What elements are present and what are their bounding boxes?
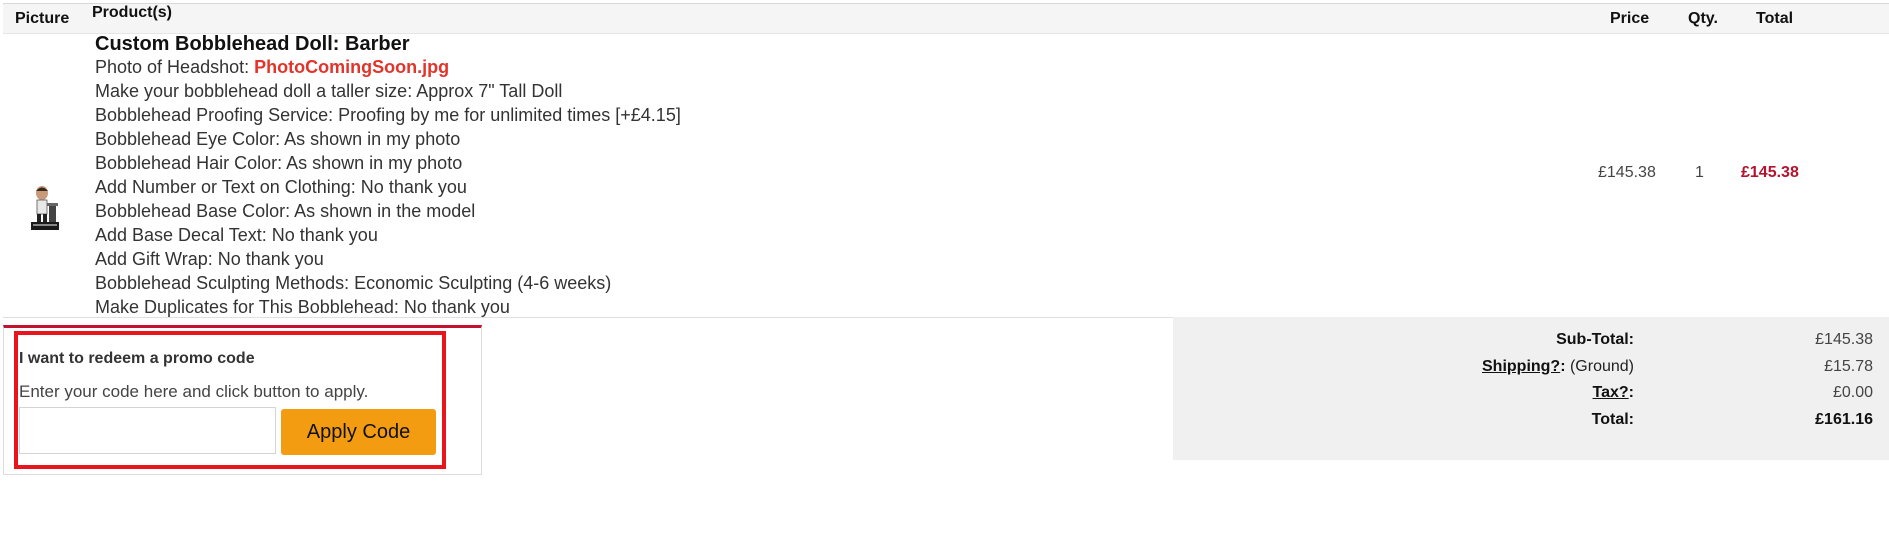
header-products: Product(s)	[92, 4, 172, 21]
option-line: Add Gift Wrap: No thank you	[95, 249, 324, 269]
header-picture: Picture	[15, 10, 70, 27]
item-total: £145.38	[1741, 164, 1799, 181]
subtotal-value: £145.38	[1815, 331, 1873, 348]
option-line: Bobblehead Proofing Service: Proofing by…	[95, 105, 681, 125]
option-line: Bobblehead Hair Color: As shown in my ph…	[95, 153, 463, 173]
headshot-label: Photo of Headshot:	[95, 57, 255, 77]
total-value: £161.16	[1815, 411, 1873, 428]
shipping-help-link[interactable]: Shipping?	[1482, 358, 1560, 375]
option-line: Make Duplicates for This Bobblehead: No …	[95, 297, 510, 317]
headshot-file-link[interactable]: PhotoComingSoon.jpg	[254, 57, 449, 77]
option-line: Bobblehead Base Color: As shown in the m…	[95, 201, 476, 221]
option-line: Bobblehead Eye Color: As shown in my pho…	[95, 129, 461, 149]
subtotal-label: Sub-Total:	[1556, 331, 1634, 348]
header-total: Total	[1756, 10, 1794, 27]
tax-help-link[interactable]: Tax?	[1593, 384, 1629, 401]
total-label: Total:	[1591, 411, 1634, 428]
shipping-method: (Ground)	[1565, 358, 1634, 375]
header-price: Price	[1610, 10, 1650, 27]
apply-code-button[interactable]: Apply Code	[281, 409, 436, 455]
option-line: Bobblehead Sculpting Methods: Economic S…	[95, 273, 612, 293]
promo-code-input[interactable]	[19, 407, 276, 454]
promo-help-text: Enter your code here and click button to…	[19, 382, 369, 401]
item-price: £145.38	[1598, 164, 1656, 181]
shipping-value: £15.78	[1824, 358, 1873, 375]
cart-table-header: Picture Product(s) Price Qty. Total	[3, 3, 1889, 34]
option-line: Add Base Decal Text: No thank you	[95, 225, 378, 245]
item-qty: 1	[1695, 164, 1704, 181]
option-line: Add Number or Text on Clothing: No thank…	[95, 177, 467, 197]
tax-value: £0.00	[1832, 384, 1873, 401]
product-options: Photo of Headshot: PhotoComingSoon.jpg M…	[95, 55, 681, 319]
shipping-label: Shipping?: (Ground)	[1482, 358, 1634, 375]
bobblehead-figure-icon[interactable]	[27, 185, 61, 231]
option-line: Make your bobblehead doll a taller size:…	[95, 81, 563, 101]
option-headshot: Photo of Headshot: PhotoComingSoon.jpg	[95, 55, 681, 79]
order-totals: Sub-Total: £145.38 Shipping?: (Ground) £…	[1173, 317, 1889, 460]
tax-label: Tax?:	[1592, 384, 1634, 401]
header-qty: Qty.	[1688, 10, 1718, 27]
product-name[interactable]: Custom Bobblehead Doll: Barber	[95, 33, 409, 56]
promo-title: I want to redeem a promo code	[19, 350, 255, 367]
